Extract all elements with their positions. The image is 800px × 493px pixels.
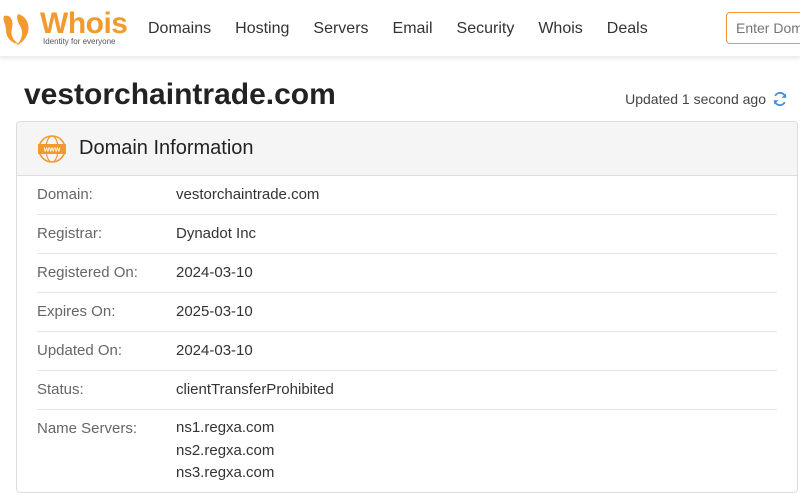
row-label: Status:: [37, 381, 84, 398]
info-row-registered-on: Registered On: 2024-03-10: [37, 254, 777, 293]
name-server-list: ns1.regxa.com ns2.regxa.com ns3.regxa.co…: [176, 417, 274, 485]
logo-mark-icon: [3, 14, 29, 46]
nav-domains[interactable]: Domains: [148, 18, 211, 40]
name-server: ns1.regxa.com: [176, 419, 275, 436]
row-label: Domain:: [37, 186, 93, 203]
row-value: Dynadot Inc: [176, 225, 257, 242]
logo-tagline: Identity for everyone: [43, 37, 116, 46]
row-label: Registered On:: [37, 264, 138, 281]
info-row-registrar: Registrar: Dynadot Inc: [37, 215, 777, 254]
row-value: 2025-03-10: [176, 303, 253, 320]
updated-text: Updated 1 second ago: [625, 91, 766, 107]
nav-hosting[interactable]: Hosting: [235, 18, 289, 40]
refresh-icon[interactable]: [772, 91, 788, 107]
whois-logo[interactable]: Whois Identity for everyone: [0, 7, 128, 48]
row-label: Updated On:: [37, 342, 123, 359]
site-header: Whois Identity for everyone Domains Host…: [0, 0, 800, 57]
info-row-updated-on: Updated On: 2024-03-10: [37, 332, 777, 371]
info-row-name-servers: Name Servers: ns1.regxa.com ns2.regxa.co…: [37, 410, 777, 485]
domain-info-card: www Domain Information Domain: vestorcha…: [16, 121, 798, 493]
row-label: Expires On:: [37, 303, 116, 320]
www-icon-text: www: [43, 146, 61, 153]
row-label: Name Servers:: [37, 420, 138, 437]
card-header: www Domain Information: [17, 122, 797, 176]
nav-deals[interactable]: Deals: [607, 18, 648, 40]
row-value: 2024-03-10: [176, 342, 253, 359]
page-title: vestorchaintrade.com: [24, 78, 336, 111]
nav-whois[interactable]: Whois: [538, 18, 582, 40]
domain-search-input[interactable]: [726, 12, 800, 44]
row-value: 2024-03-10: [176, 264, 253, 281]
logo-wordmark: Whois: [40, 7, 128, 40]
info-row-domain: Domain: vestorchaintrade.com: [37, 176, 777, 215]
row-label: Registrar:: [37, 225, 103, 242]
info-row-expires-on: Expires On: 2025-03-10: [37, 293, 777, 332]
main-nav: Domains Hosting Servers Email Security W…: [148, 18, 672, 40]
updated-status: Updated 1 second ago: [625, 91, 788, 107]
name-server: ns3.regxa.com: [176, 464, 275, 481]
nav-servers[interactable]: Servers: [313, 18, 368, 40]
name-server: ns2.regxa.com: [176, 441, 275, 459]
info-row-status: Status: clientTransferProhibited: [37, 371, 777, 410]
nav-security[interactable]: Security: [457, 18, 515, 40]
nav-email[interactable]: Email: [393, 18, 433, 40]
row-value: clientTransferProhibited: [176, 381, 334, 398]
row-value: vestorchaintrade.com: [176, 186, 320, 203]
www-globe-icon: www: [38, 134, 66, 163]
card-title: Domain Information: [79, 137, 254, 159]
